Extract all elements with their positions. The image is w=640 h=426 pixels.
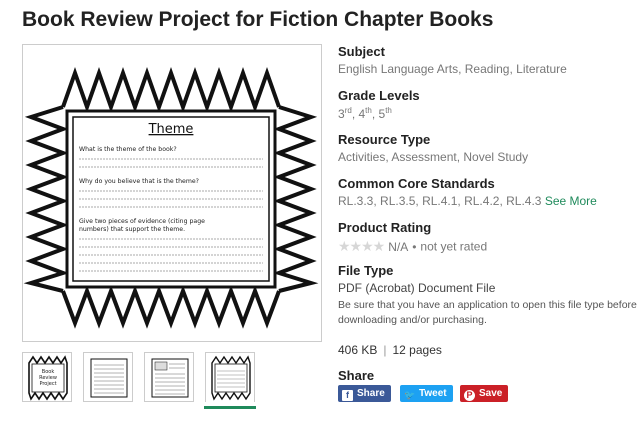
standard-4[interactable]: RL.4.2 [464, 194, 499, 208]
grade-levels-section: Grade Levels 3rd, 4th, 5th [338, 88, 420, 121]
svg-text:Project: Project [39, 381, 56, 387]
svg-text:numbers) that support the them: numbers) that support the theme. [79, 226, 185, 233]
worksheet-heading: Theme [148, 122, 194, 137]
worksheet-preview-graphic: Theme What is the theme of the book? Why… [23, 66, 319, 329]
resource-type-2[interactable]: Assessment [391, 150, 456, 164]
rating-section: Product Rating ★★★★ N/A • not yet rated [338, 220, 487, 255]
grade-level-5[interactable]: 5th [379, 106, 392, 121]
preview-image[interactable]: Theme What is the theme of the book? Why… [22, 44, 322, 342]
grade-level-4[interactable]: 4th [358, 106, 371, 121]
file-type-value: PDF (Acrobat) Document File [338, 281, 496, 295]
active-thumbnail-indicator [204, 406, 256, 409]
pinterest-save-button[interactable]: P Save [460, 385, 509, 402]
rating-note: not yet rated [420, 239, 488, 254]
page-count: 12 pages [392, 343, 442, 357]
rating-value: N/A [388, 239, 409, 254]
resource-type-3[interactable]: Novel Study [463, 150, 528, 164]
file-type-section: File Type PDF (Acrobat) Document File Be… [338, 263, 638, 328]
file-size-line: 406 KB | 12 pages [338, 343, 442, 357]
resource-type-section: Resource Type Activities, Assessment, No… [338, 132, 529, 164]
rating-label: Product Rating [338, 220, 432, 235]
share-section: Share [338, 368, 374, 383]
twitter-tweet-button[interactable]: 🐦 Tweet [400, 385, 453, 402]
file-type-note: Be sure that you have an application to … [338, 299, 637, 326]
grade-level-3[interactable]: 3rd [338, 106, 352, 121]
thumbnail-4[interactable] [205, 352, 255, 402]
resource-type-label: Resource Type [338, 132, 431, 147]
thumbnail-2[interactable] [83, 352, 133, 402]
rating-stars-icon: ★★★★ [338, 238, 385, 254]
subject-value-2[interactable]: Reading [465, 62, 510, 76]
facebook-share-button[interactable]: f Share [338, 385, 391, 402]
pinterest-icon: P [464, 390, 475, 401]
subject-value-1[interactable]: English Language Arts [338, 62, 458, 76]
resource-type-1[interactable]: Activities [338, 150, 385, 164]
standard-3[interactable]: RL.4.1 [422, 194, 457, 208]
thumbnail-3[interactable] [144, 352, 194, 402]
standards-section: Common Core Standards RL.3.3, RL.3.5, RL… [338, 176, 597, 208]
standard-2[interactable]: RL.3.5 [380, 194, 415, 208]
twitter-icon: 🐦 [404, 390, 416, 400]
worksheet-prompt-2: Why do you believe that is the theme? [79, 178, 199, 185]
subject-section: Subject English Language Arts, Reading, … [338, 44, 567, 76]
standard-1[interactable]: RL.3.3 [338, 194, 373, 208]
size-separator: | [383, 343, 387, 357]
worksheet-prompt-3: Give two pieces of evidence (citing page [79, 218, 205, 225]
rating-separator: • [412, 239, 417, 254]
file-size: 406 KB [338, 343, 378, 357]
worksheet-prompt-1: What is the theme of the book? [79, 146, 177, 153]
file-type-label: File Type [338, 263, 394, 278]
page-title: Book Review Project for Fiction Chapter … [22, 8, 494, 31]
see-more-link[interactable]: See More [545, 194, 597, 208]
grade-levels-label: Grade Levels [338, 88, 420, 103]
share-label: Share [338, 368, 375, 383]
subject-label: Subject [338, 44, 385, 59]
thumbnail-1[interactable]: Book Review Project [22, 352, 72, 402]
facebook-icon: f [342, 390, 353, 401]
standard-5[interactable]: RL.4.3 [506, 194, 541, 208]
standards-label: Common Core Standards [338, 176, 495, 191]
subject-value-3[interactable]: Literature [516, 62, 567, 76]
